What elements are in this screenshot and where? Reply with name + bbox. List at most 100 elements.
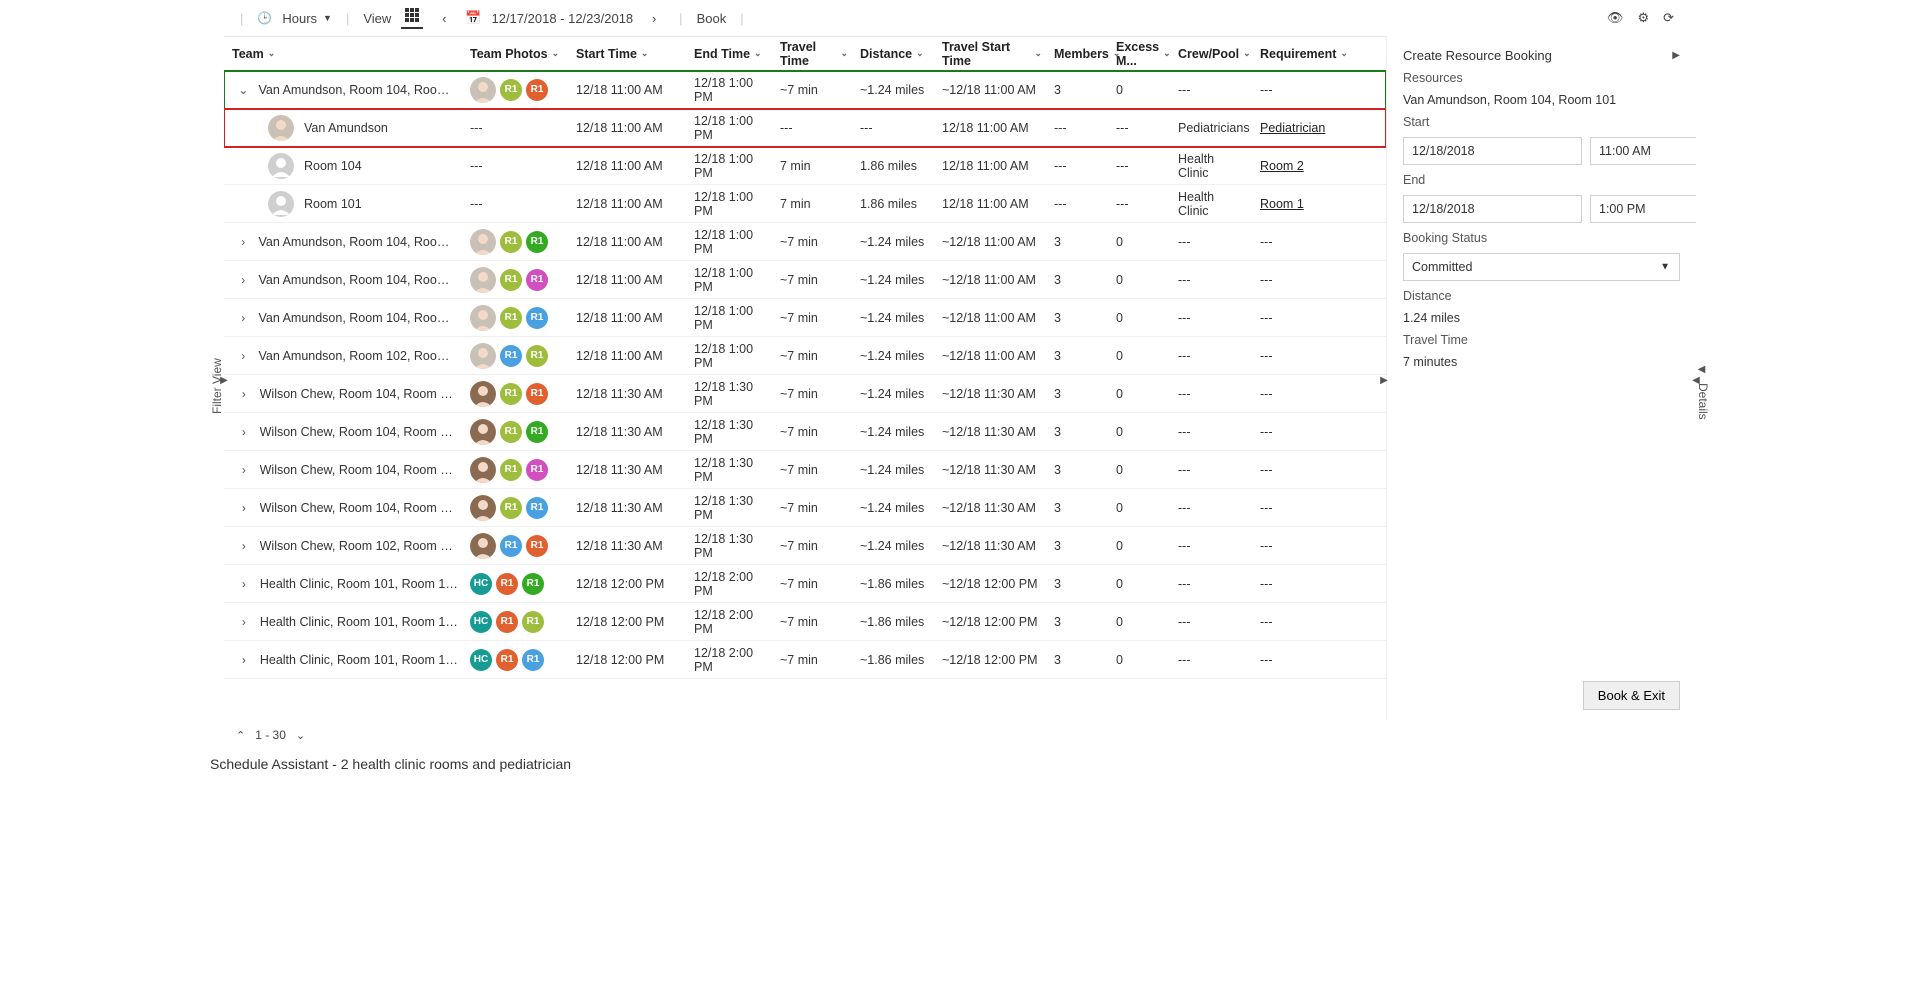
cell-crew: --- bbox=[1172, 311, 1254, 325]
table-row[interactable]: ›Wilson Chew, Room 104, Room 101R1R112/1… bbox=[224, 375, 1386, 413]
cell-members: 3 bbox=[1048, 653, 1110, 667]
cell-members: 3 bbox=[1048, 539, 1110, 553]
end-date-input[interactable] bbox=[1403, 195, 1582, 223]
expand-toggle[interactable]: › bbox=[232, 311, 254, 325]
col-start[interactable]: Start Time⌄ bbox=[570, 47, 688, 61]
grid-view-button[interactable] bbox=[401, 7, 423, 29]
team-photos: R1R1 bbox=[470, 495, 548, 521]
expand-right-handle[interactable]: ◀ bbox=[1692, 360, 1700, 400]
cell-end: 12/18 2:00 PM bbox=[688, 570, 774, 598]
expand-toggle[interactable]: › bbox=[232, 463, 256, 477]
cell-excess: 0 bbox=[1110, 615, 1172, 629]
expand-toggle[interactable]: › bbox=[232, 539, 256, 553]
cell-distance: ~1.24 miles bbox=[854, 387, 936, 401]
next-week-button[interactable]: › bbox=[643, 7, 665, 29]
team-name: Wilson Chew, Room 102, Room 101 bbox=[260, 539, 458, 553]
expand-toggle[interactable]: › bbox=[232, 235, 254, 249]
col-tstart[interactable]: Travel Start Time⌄ bbox=[936, 40, 1048, 68]
gear-icon[interactable]: ⚙ bbox=[1637, 10, 1649, 26]
pager-down-button[interactable]: ⌄ bbox=[296, 729, 305, 742]
requirement-link[interactable]: Room 2 bbox=[1260, 159, 1304, 173]
table-row[interactable]: ⌄Van Amundson, Room 104, Room 101R1R112/… bbox=[224, 71, 1386, 109]
cell-travel: ~7 min bbox=[774, 387, 854, 401]
table-row[interactable]: ›Wilson Chew, Room 102, Room 101R1R112/1… bbox=[224, 527, 1386, 565]
expand-toggle[interactable]: ⌄ bbox=[232, 83, 254, 97]
cell-members: --- bbox=[1048, 121, 1110, 135]
expand-toggle[interactable]: › bbox=[232, 615, 256, 629]
table-row[interactable]: ›Health Clinic, Room 101, Room 102HCR1R1… bbox=[224, 641, 1386, 679]
col-distance[interactable]: Distance⌄ bbox=[854, 47, 936, 61]
table-row[interactable]: ›Wilson Chew, Room 104, Room 102R1R112/1… bbox=[224, 489, 1386, 527]
cell-excess: 0 bbox=[1110, 577, 1172, 591]
table-row[interactable]: ›Van Amundson, Room 104, Room 103R1R112/… bbox=[224, 223, 1386, 261]
col-req[interactable]: Requirement⌄ bbox=[1254, 47, 1344, 61]
table-row[interactable]: ›Van Amundson, Room 102, Room 104R1R112/… bbox=[224, 337, 1386, 375]
col-members[interactable]: Members⌄ bbox=[1048, 47, 1110, 61]
expand-panel-handle[interactable]: ▶ bbox=[1380, 360, 1388, 400]
cell-tstart: 12/18 11:00 AM bbox=[936, 121, 1048, 135]
eye-icon[interactable]: 👁 bbox=[1607, 10, 1624, 26]
cell-requirement: --- bbox=[1254, 349, 1344, 363]
resource-chip: R1 bbox=[500, 535, 522, 557]
col-travel[interactable]: Travel Time⌄ bbox=[774, 40, 854, 68]
prev-week-button[interactable]: ‹ bbox=[433, 7, 455, 29]
table-row[interactable]: Room 104---12/18 11:00 AM12/18 1:00 PM7 … bbox=[224, 147, 1386, 185]
cell-travel: ~7 min bbox=[774, 83, 854, 97]
col-team[interactable]: Team⌄ bbox=[224, 47, 464, 61]
book-exit-button[interactable]: Book & Exit bbox=[1583, 681, 1680, 710]
expand-toggle[interactable]: › bbox=[232, 273, 254, 287]
cell-end: 12/18 1:30 PM bbox=[688, 380, 774, 408]
col-excess[interactable]: Excess M...⌄ bbox=[1110, 40, 1172, 68]
refresh-icon[interactable]: ⟳ bbox=[1663, 10, 1674, 26]
cell-tstart: ~12/18 11:00 AM bbox=[936, 83, 1048, 97]
expand-toggle[interactable]: › bbox=[232, 501, 256, 515]
col-crew[interactable]: Crew/Pool⌄ bbox=[1172, 47, 1254, 61]
cell-travel: ~7 min bbox=[774, 539, 854, 553]
team-photos: HCR1R1 bbox=[470, 649, 544, 671]
table-row[interactable]: ›Health Clinic, Room 101, Room 104HCR1R1… bbox=[224, 603, 1386, 641]
table-row[interactable]: ›Wilson Chew, Room 104, Room 103R1R112/1… bbox=[224, 413, 1386, 451]
start-time-input[interactable] bbox=[1590, 137, 1696, 165]
table-row[interactable]: ›Van Amundson, Room 104, Room 105R1R112/… bbox=[224, 261, 1386, 299]
chevron-right-icon[interactable]: ▶ bbox=[1672, 50, 1680, 61]
cell-members: 3 bbox=[1048, 615, 1110, 629]
cell-end: 12/18 1:00 PM bbox=[688, 190, 774, 218]
col-photos[interactable]: Team Photos⌄ bbox=[464, 47, 570, 61]
expand-toggle[interactable]: › bbox=[232, 387, 256, 401]
col-end[interactable]: End Time⌄ bbox=[688, 47, 774, 61]
start-date-input[interactable] bbox=[1403, 137, 1582, 165]
expand-toggle[interactable]: › bbox=[232, 653, 256, 667]
resources-value: Van Amundson, Room 104, Room 101 bbox=[1403, 93, 1680, 107]
team-photos: R1R1 bbox=[470, 77, 548, 103]
team-photos: R1R1 bbox=[470, 419, 548, 445]
expand-toggle[interactable]: › bbox=[232, 349, 254, 363]
expand-toggle[interactable]: › bbox=[232, 425, 256, 439]
book-button[interactable]: Book bbox=[697, 11, 727, 26]
resource-chip: R1 bbox=[500, 79, 522, 101]
hours-dropdown[interactable]: Hours ▼ bbox=[282, 11, 332, 26]
date-range-label: 12/17/2018 - 12/23/2018 bbox=[491, 11, 633, 26]
resource-chip: HC bbox=[470, 649, 492, 671]
cell-excess: --- bbox=[1110, 159, 1172, 173]
table-header: Team⌄ Team Photos⌄ Start Time⌄ End Time⌄… bbox=[224, 37, 1386, 71]
table-row[interactable]: Room 101---12/18 11:00 AM12/18 1:00 PM7 … bbox=[224, 185, 1386, 223]
cell-start: 12/18 11:00 AM bbox=[570, 235, 688, 249]
cell-tstart: ~12/18 11:30 AM bbox=[936, 463, 1048, 477]
expand-left-handle[interactable]: ▶ bbox=[220, 360, 228, 400]
end-time-input[interactable] bbox=[1590, 195, 1696, 223]
booking-status-select[interactable] bbox=[1403, 253, 1680, 281]
expand-toggle[interactable]: › bbox=[232, 577, 256, 591]
table-row[interactable]: Van Amundson---12/18 11:00 AM12/18 1:00 … bbox=[224, 109, 1386, 147]
cell-tstart: ~12/18 11:30 AM bbox=[936, 501, 1048, 515]
table-row[interactable]: ›Van Amundson, Room 104, Room 102R1R112/… bbox=[224, 299, 1386, 337]
pager-up-button[interactable]: ⌃ bbox=[236, 729, 245, 742]
table-row[interactable]: ›Wilson Chew, Room 104, Room 105R1R112/1… bbox=[224, 451, 1386, 489]
table-row[interactable]: ›Health Clinic, Room 101, Room 103HCR1R1… bbox=[224, 565, 1386, 603]
cell-distance: ~1.86 miles bbox=[854, 653, 936, 667]
cell-members: 3 bbox=[1048, 83, 1110, 97]
cell-excess: 0 bbox=[1110, 425, 1172, 439]
resource-chip: R1 bbox=[526, 497, 548, 519]
requirement-link[interactable]: Room 1 bbox=[1260, 197, 1304, 211]
requirement-link[interactable]: Pediatrician bbox=[1260, 121, 1325, 135]
cell-end: 12/18 1:00 PM bbox=[688, 114, 774, 142]
